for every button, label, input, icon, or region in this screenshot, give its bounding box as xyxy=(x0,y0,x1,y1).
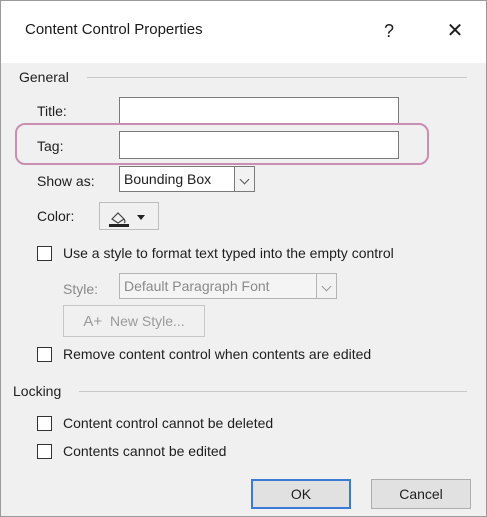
cancel-button[interactable]: Cancel xyxy=(371,479,471,509)
dialog-title: Content Control Properties xyxy=(25,21,203,38)
general-separator xyxy=(87,77,467,78)
tag-input[interactable] xyxy=(119,131,399,159)
cannot-edit-label: Contents cannot be edited xyxy=(63,443,227,459)
remove-on-edit-label: Remove content control when contents are… xyxy=(63,346,372,362)
style-label: Style: xyxy=(63,281,99,297)
use-style-checkbox[interactable] xyxy=(37,246,52,261)
tag-label: Tag: xyxy=(37,138,64,154)
use-style-label: Use a style to format text typed into th… xyxy=(63,245,394,261)
title-input[interactable] xyxy=(119,97,399,125)
color-picker-button[interactable] xyxy=(99,202,159,230)
general-section-label: General xyxy=(19,69,69,85)
new-style-label: New Style... xyxy=(109,313,185,329)
new-style-button[interactable]: A+ New Style... xyxy=(63,305,205,337)
locking-separator xyxy=(79,391,467,392)
color-label: Color: xyxy=(37,208,75,224)
show-as-label: Show as: xyxy=(37,173,95,189)
cannot-delete-label: Content control cannot be deleted xyxy=(63,415,274,431)
ok-button[interactable]: OK xyxy=(251,479,351,509)
title-label: Title: xyxy=(37,103,67,119)
help-button[interactable]: ? xyxy=(375,17,403,45)
cannot-edit-checkbox[interactable] xyxy=(37,444,52,459)
chevron-down-icon xyxy=(316,274,336,298)
close-button[interactable]: ✕ xyxy=(441,17,469,45)
style-value: Default Paragraph Font xyxy=(124,278,270,294)
content-control-properties-dialog: Content Control Properties ? ✕ General T… xyxy=(0,0,487,517)
title-bar: Content Control Properties ? ✕ xyxy=(1,1,486,63)
style-dropdown[interactable]: Default Paragraph Font xyxy=(119,273,337,299)
locking-section-label: Locking xyxy=(13,383,62,399)
paint-bucket-icon xyxy=(109,212,145,227)
show-as-dropdown[interactable]: Bounding Box xyxy=(119,166,255,192)
new-style-icon: A+ xyxy=(83,313,103,330)
chevron-down-icon xyxy=(234,167,254,191)
remove-on-edit-checkbox[interactable] xyxy=(37,347,52,362)
show-as-value: Bounding Box xyxy=(124,171,212,187)
cannot-delete-checkbox[interactable] xyxy=(37,416,52,431)
